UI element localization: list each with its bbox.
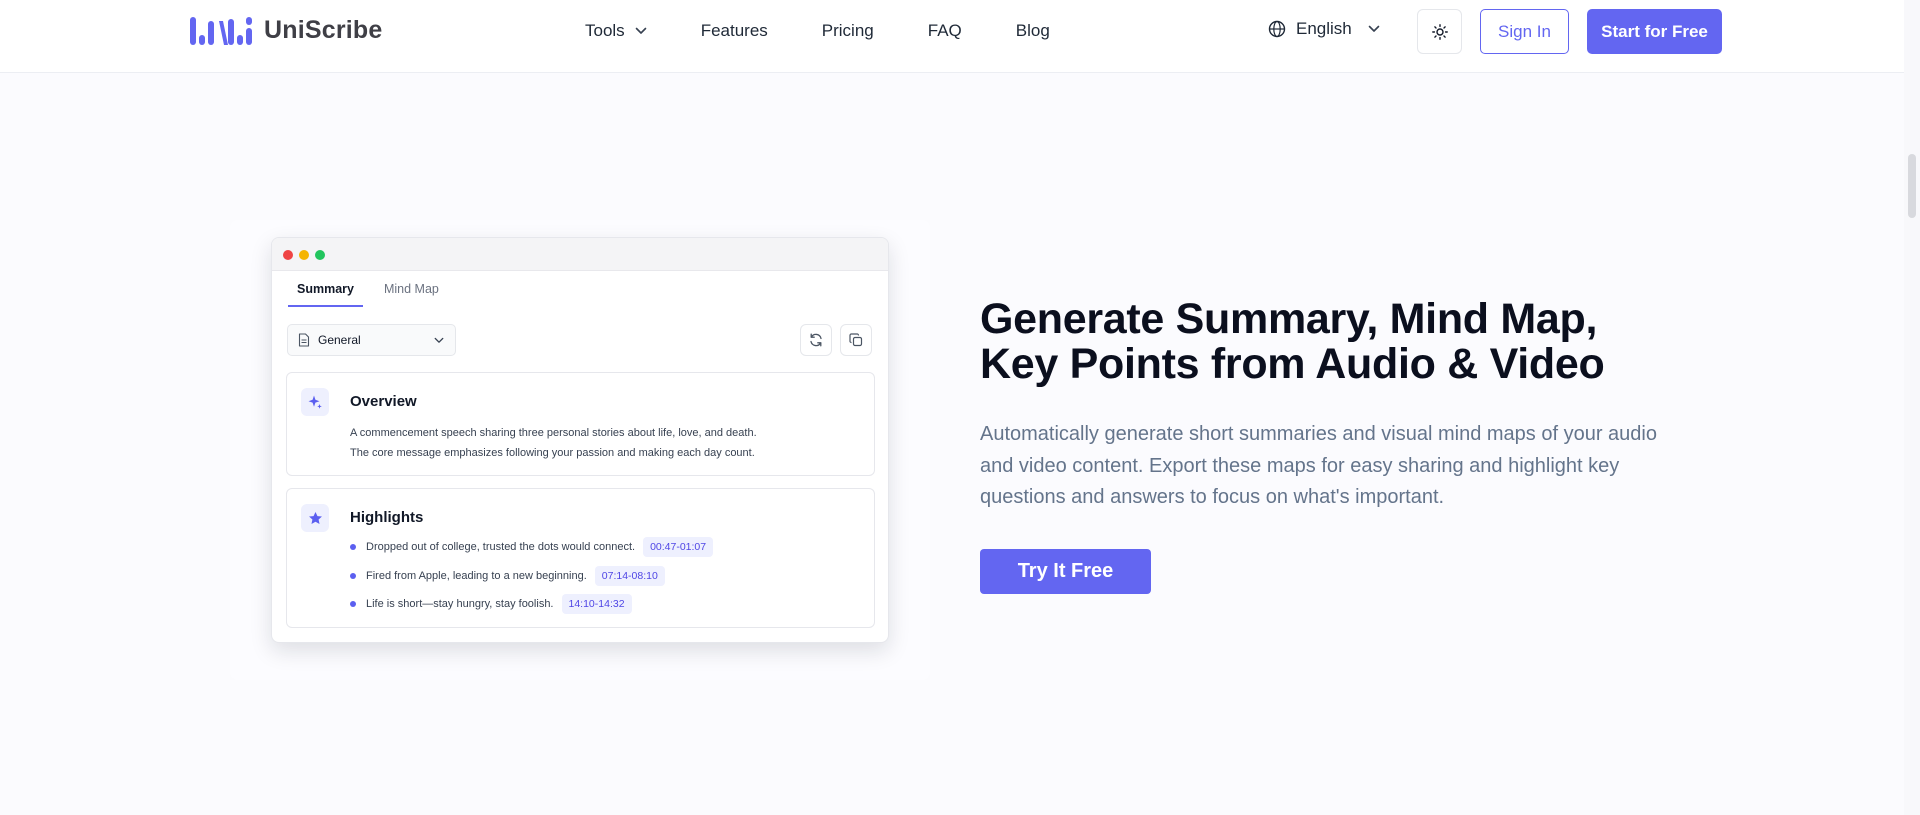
list-item: Fired from Apple, leading to a new begin… [350, 562, 713, 591]
timestamp-badge[interactable]: 00:47-01:07 [643, 537, 714, 558]
site-header: UniScribe Tools Features Pricing FAQ Blo… [0, 0, 1904, 73]
sun-icon [1431, 23, 1448, 40]
nav-tools[interactable]: Tools [585, 21, 647, 41]
sign-in-button[interactable]: Sign In [1480, 9, 1569, 54]
copy-icon [849, 333, 863, 347]
highlight-text: Dropped out of college, trusted the dots… [366, 541, 636, 554]
star-icon [301, 504, 329, 532]
brand-logo[interactable]: UniScribe [190, 16, 383, 45]
chevron-down-icon [1368, 25, 1380, 32]
window-titlebar [272, 238, 888, 271]
theme-toggle-button[interactable] [1417, 9, 1462, 54]
highlights-list: Dropped out of college, trusted the dots… [350, 533, 714, 619]
refresh-icon [810, 333, 822, 347]
language-selector[interactable]: English [1268, 19, 1380, 39]
mockup-tabs: Summary Mind Map [288, 282, 448, 310]
highlights-card: Highlights Dropped out of college, trust… [286, 488, 875, 628]
summary-type-select[interactable]: General [287, 324, 456, 356]
minimize-dot-icon [299, 250, 309, 260]
page-scrollbar[interactable] [1904, 0, 1920, 815]
uniscribe-logo-icon [190, 16, 252, 45]
bullet-icon [350, 601, 356, 608]
sparkles-icon [301, 388, 329, 416]
list-item: Dropped out of college, trusted the dots… [350, 533, 714, 562]
language-label: English [1296, 19, 1352, 38]
nav-features[interactable]: Features [701, 21, 768, 41]
hero-title: Generate Summary, Mind Map, Key Points f… [980, 297, 1700, 387]
copy-button[interactable] [840, 324, 872, 356]
maximize-dot-icon [315, 250, 325, 260]
tab-summary[interactable]: Summary [288, 282, 363, 310]
nav-faq[interactable]: FAQ [928, 21, 962, 41]
chevron-down-icon [434, 337, 444, 343]
overview-line: The core message emphasizes following yo… [350, 447, 755, 459]
hero-description: Automatically generate short summaries a… [980, 423, 1657, 508]
highlight-text: Fired from Apple, leading to a new begin… [366, 569, 587, 582]
highlights-title: Highlights [350, 509, 424, 526]
nav-blog[interactable]: Blog [1016, 21, 1050, 41]
hero-title-line: Generate Summary, Mind Map, [980, 295, 1598, 343]
highlight-text: Life is short—stay hungry, stay foolish. [366, 598, 554, 611]
regenerate-button[interactable] [800, 324, 832, 356]
overview-title: Overview [350, 393, 417, 410]
overview-text: A commencement speech sharing three pers… [350, 423, 870, 463]
nav-pricing[interactable]: Pricing [822, 21, 874, 41]
scrollbar-thumb[interactable] [1908, 154, 1916, 218]
nav-tools-label: Tools [585, 21, 625, 40]
overview-line: A commencement speech sharing three pers… [350, 427, 757, 439]
globe-icon [1268, 20, 1286, 38]
select-value: General [318, 333, 361, 347]
bullet-icon [350, 544, 356, 551]
overview-card: Overview A commencement speech sharing t… [286, 372, 875, 476]
timestamp-badge[interactable]: 14:10-14:32 [561, 594, 632, 615]
document-icon [298, 333, 310, 347]
tab-mind-map[interactable]: Mind Map [375, 282, 448, 310]
try-it-free-button[interactable]: Try It Free [980, 549, 1151, 594]
bullet-icon [350, 572, 356, 579]
timestamp-badge[interactable]: 07:14-08:10 [594, 565, 665, 586]
brand-name: UniScribe [264, 16, 383, 44]
close-dot-icon [283, 250, 293, 260]
app-mockup-window: Summary Mind Map General Overview A comm… [271, 237, 889, 643]
hero-title-line: Key Points from Audio & Video [980, 340, 1605, 388]
main-nav: Tools Features Pricing FAQ Blog [585, 0, 1104, 62]
chevron-down-icon [635, 27, 646, 34]
list-item: Life is short—stay hungry, stay foolish.… [350, 590, 713, 619]
start-for-free-button[interactable]: Start for Free [1587, 9, 1722, 54]
